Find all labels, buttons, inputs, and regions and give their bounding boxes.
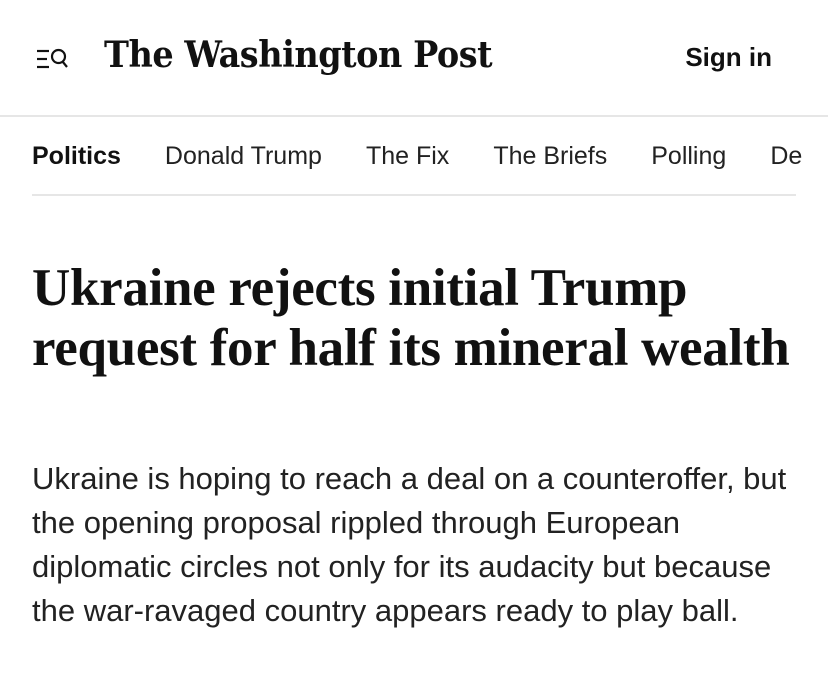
article-headline: Ukraine rejects initial Trump request fo… (32, 259, 790, 377)
subnav-item-donald-trump[interactable]: Donald Trump (165, 118, 322, 194)
section-subnav: Politics Donald Trump The Fix The Briefs Pol… (32, 118, 802, 196)
menu-search-icon (37, 48, 68, 69)
subnav-item-the-fix[interactable]: The Fix (366, 118, 449, 194)
sign-in-link[interactable]: Sign in (685, 42, 772, 73)
subnav-item-the-briefs[interactable]: The Briefs (493, 118, 607, 194)
subnav-item-truncated[interactable]: De (770, 118, 802, 194)
subnav-item-politics[interactable]: Politics (32, 118, 121, 194)
subnav-item-polling[interactable]: Polling (651, 118, 726, 194)
subnav-track: Politics Donald Trump The Fix The Briefs Pol… (32, 118, 828, 194)
masthead-logo[interactable]: The Washington Post (104, 34, 493, 76)
top-bar: The Washington Post Sign in (0, 0, 828, 117)
article-dek: Ukraine is hoping to reach a deal on a c… (32, 461, 787, 628)
menu-search-button[interactable] (36, 46, 70, 74)
